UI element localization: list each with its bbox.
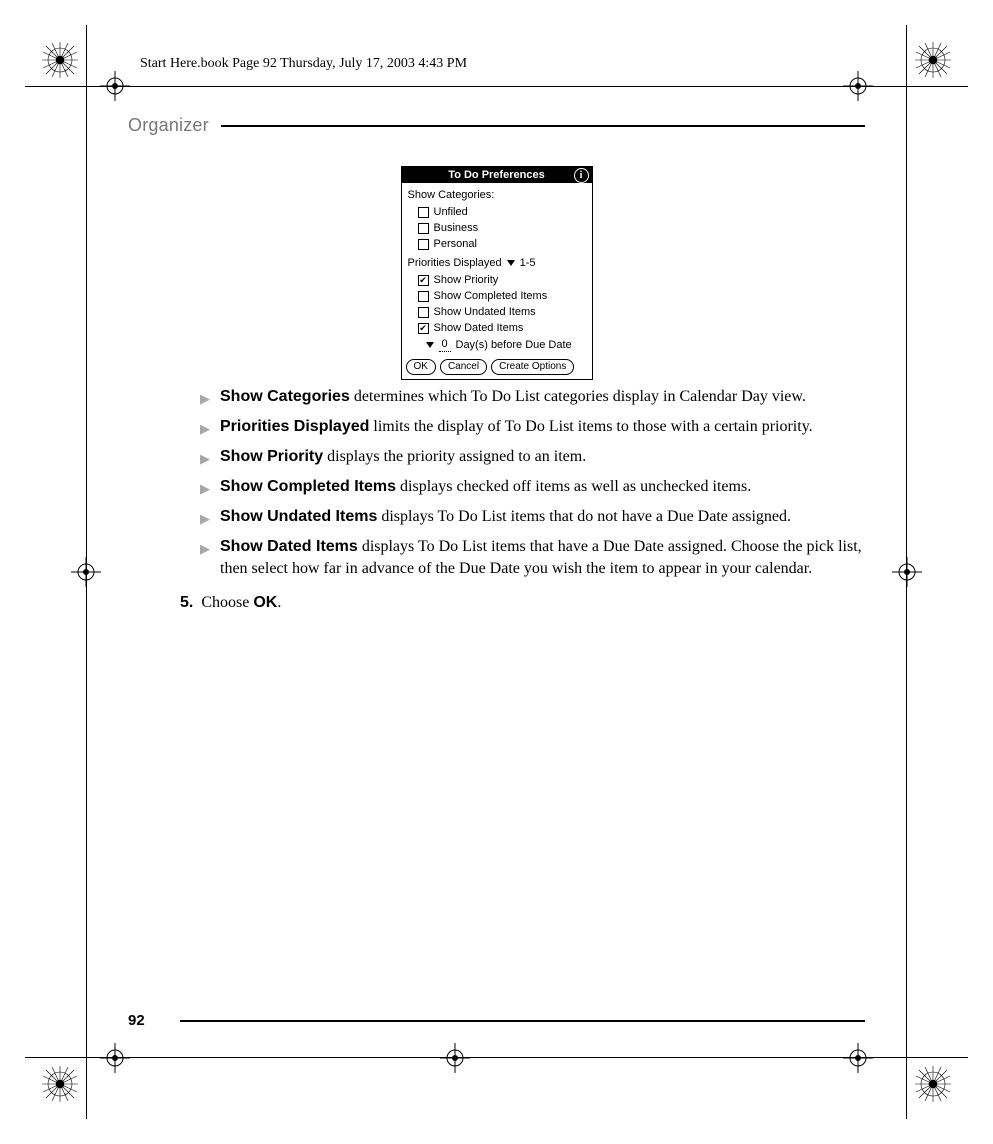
checkbox-icon	[418, 239, 429, 250]
checkbox-checked-icon	[418, 275, 429, 286]
page: Start Here.book Page 92 Thursday, July 1…	[0, 0, 993, 1144]
printer-mark-medallion-icon	[40, 1064, 80, 1104]
bullet-arrow-icon: ▶	[200, 386, 210, 410]
printer-mark-medallion-icon	[913, 1064, 953, 1104]
category-row: Business	[418, 220, 586, 236]
screenshot-figure: To Do Preferences i Show Categories: Unf…	[128, 166, 865, 380]
registration-mark-icon	[892, 557, 922, 587]
bullet-item: ▶Show Dated Items displays To Do List it…	[200, 536, 865, 580]
option-row: Show Completed Items	[418, 288, 586, 304]
dropdown-triangle-icon	[507, 260, 515, 266]
body-text: ▶ Show Categories determines which To Do …	[200, 386, 865, 580]
section-title: Organizer	[128, 115, 209, 136]
content-area: Organizer To Do Preferences i Show Categ…	[128, 115, 865, 1029]
bullet-term: Priorities Displayed	[220, 418, 369, 435]
registration-mark-icon	[100, 71, 130, 101]
step-number: 5.	[180, 594, 193, 612]
page-number: 92	[128, 1012, 145, 1029]
priorities-label: Priorities Displayed	[408, 256, 502, 270]
option-row: Show Undated Items	[418, 304, 586, 320]
bullet-item: ▶ Show Completed Items displays checked o…	[200, 476, 865, 500]
checkbox-icon	[418, 207, 429, 218]
bullet-text: Show Priority displays the priority assi…	[220, 446, 865, 470]
bullet-term: Show Dated Items	[220, 538, 358, 555]
bullet-desc: displays To Do List items that do not ha…	[377, 508, 791, 525]
checkbox-icon	[418, 307, 429, 318]
option-row: Show Dated Items	[418, 320, 586, 336]
bullet-desc: determines which To Do List categories d…	[350, 388, 806, 405]
step-pre: Choose	[201, 594, 253, 611]
category-row: Personal	[418, 236, 586, 252]
framemaker-header: Start Here.book Page 92 Thursday, July 1…	[140, 56, 467, 72]
dialog-body: Show Categories: Unfiled Business Person…	[402, 183, 592, 356]
step-text: Choose OK.	[201, 594, 281, 612]
info-icon: i	[574, 168, 589, 183]
step-line: 5. Choose OK.	[180, 594, 865, 612]
checkbox-icon	[418, 223, 429, 234]
checkbox-icon	[418, 291, 429, 302]
registration-mark-icon	[440, 1043, 470, 1073]
category-label: Personal	[434, 237, 477, 251]
crop-line-top	[25, 86, 968, 87]
printer-mark-medallion-icon	[40, 40, 80, 80]
bullet-item: ▶ Priorities Displayed limits the display…	[200, 416, 865, 440]
registration-mark-icon	[100, 1043, 130, 1073]
bullet-arrow-icon: ▶	[200, 476, 210, 500]
registration-mark-icon	[843, 1043, 873, 1073]
dropdown-triangle-icon	[426, 342, 434, 348]
option-label: Show Undated Items	[434, 305, 536, 319]
days-row: 0 Day(s) before Due Date	[426, 336, 586, 352]
bullet-arrow-icon: ▶	[200, 536, 210, 580]
section-header: Organizer	[128, 115, 865, 136]
bullet-item: ▶ Show Priority displays the priority ass…	[200, 446, 865, 470]
registration-mark-icon	[71, 557, 101, 587]
todo-preferences-dialog: To Do Preferences i Show Categories: Unf…	[401, 166, 593, 380]
option-label: Show Priority	[434, 273, 499, 287]
step-bold: OK	[253, 594, 277, 611]
bullet-text: Show Dated Items displays To Do List ite…	[220, 536, 865, 580]
bullet-arrow-icon: ▶	[200, 506, 210, 530]
crop-line-bottom	[25, 1057, 968, 1058]
bullet-term: Show Priority	[220, 448, 323, 465]
checkbox-checked-icon	[418, 323, 429, 334]
priorities-row: Priorities Displayed 1-5	[408, 256, 586, 270]
category-label: Unfiled	[434, 205, 468, 219]
create-options-button: Create Options	[491, 359, 574, 375]
bullet-term: Show Categories	[220, 388, 350, 405]
ok-button: OK	[406, 359, 436, 375]
bullet-desc: displays checked off items as well as un…	[396, 478, 751, 495]
bullet-term: Show Undated Items	[220, 508, 377, 525]
show-categories-label: Show Categories:	[408, 188, 586, 202]
bullet-desc: limits the display of To Do List items t…	[369, 418, 812, 435]
bullet-text: Show Categories determines which To Do L…	[220, 386, 865, 410]
bullet-text: Show Completed Items displays checked of…	[220, 476, 865, 500]
priorities-value: 1-5	[520, 256, 536, 270]
bullet-item: ▶ Show Undated Items displays To Do List …	[200, 506, 865, 530]
dialog-title: To Do Preferences	[448, 168, 544, 182]
cancel-button: Cancel	[440, 359, 487, 375]
days-suffix: Day(s) before Due Date	[456, 338, 572, 352]
bullet-arrow-icon: ▶	[200, 446, 210, 470]
bullet-arrow-icon: ▶	[200, 416, 210, 440]
printer-mark-medallion-icon	[913, 40, 953, 80]
bullet-item: ▶ Show Categories determines which To Do …	[200, 386, 865, 410]
bullet-desc: displays the priority assigned to an ite…	[323, 448, 586, 465]
option-label: Show Completed Items	[434, 289, 548, 303]
category-label: Business	[434, 221, 479, 235]
bullet-text: Show Undated Items displays To Do List i…	[220, 506, 865, 530]
days-value: 0	[439, 337, 451, 352]
bullet-term: Show Completed Items	[220, 478, 396, 495]
dialog-titlebar: To Do Preferences i	[402, 167, 592, 183]
step-post: .	[277, 594, 281, 611]
footer-rule	[180, 1020, 865, 1022]
dialog-buttons: OK Cancel Create Options	[402, 356, 592, 379]
registration-mark-icon	[843, 71, 873, 101]
option-label: Show Dated Items	[434, 321, 524, 335]
bullet-text: Priorities Displayed limits the display …	[220, 416, 865, 440]
section-rule	[221, 125, 865, 127]
option-row: Show Priority	[418, 272, 586, 288]
category-row: Unfiled	[418, 204, 586, 220]
